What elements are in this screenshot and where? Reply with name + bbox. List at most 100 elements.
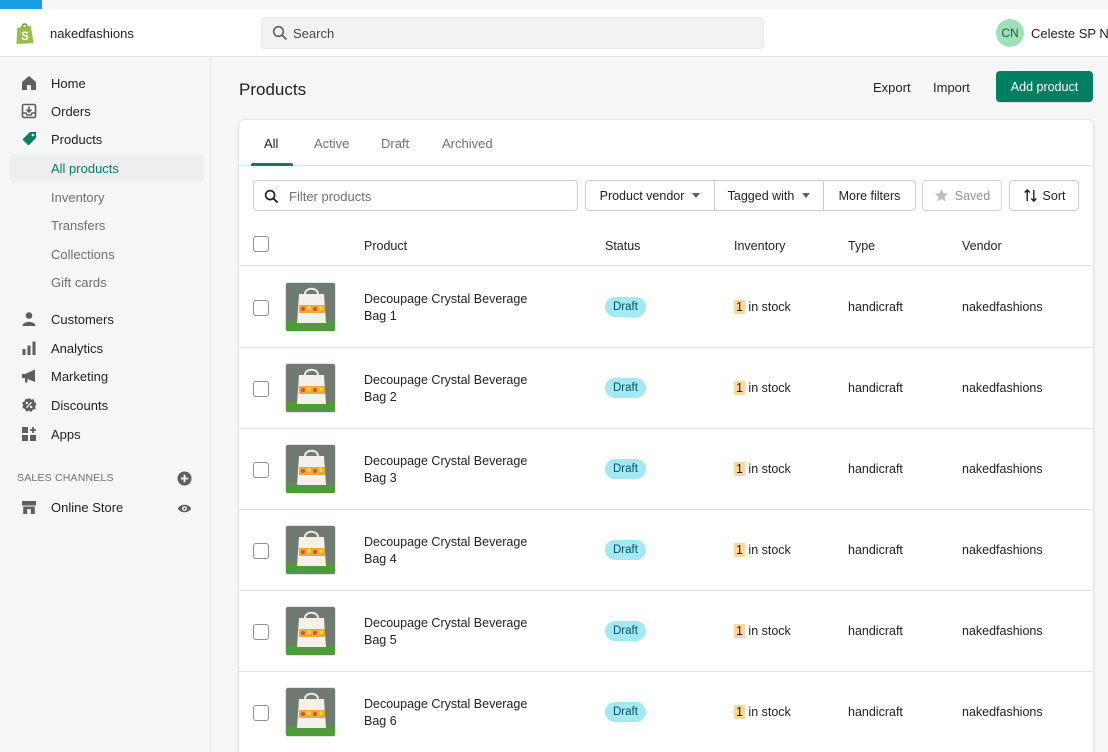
tag-icon: [22, 132, 36, 146]
sidebar-item-label: Analytics: [51, 340, 104, 356]
product-thumbnail[interactable]: [285, 363, 336, 413]
sidebar-item-gift-cards[interactable]: Gift cards: [10, 268, 204, 296]
table-row[interactable]: Decoupage Crystal Beverage Bag 6 Draft 1…: [239, 672, 1093, 752]
column-header-type[interactable]: Type: [848, 239, 875, 253]
status-badge: Draft: [605, 459, 646, 479]
row-checkbox[interactable]: [253, 624, 269, 640]
product-image: [286, 445, 335, 493]
sidebar-item-inventory[interactable]: Inventory: [10, 183, 204, 211]
sidebar-item-all-products[interactable]: All products: [10, 154, 204, 182]
product-thumbnail[interactable]: [285, 282, 336, 332]
row-checkbox[interactable]: [253, 543, 269, 559]
search-input[interactable]: Search: [261, 17, 764, 49]
store-icon: [22, 501, 36, 514]
inventory-cell: 1 in stock: [734, 624, 791, 638]
select-all-checkbox[interactable]: [253, 236, 269, 252]
table-row[interactable]: Decoupage Crystal Beverage Bag 3 Draft 1…: [239, 429, 1093, 510]
product-type: handicraft: [848, 543, 903, 557]
status-badge: Draft: [605, 621, 646, 641]
sidebar-item-analytics[interactable]: Analytics: [10, 334, 204, 362]
sidebar-item-orders[interactable]: Orders: [10, 97, 204, 125]
user-menu[interactable]: CN Celeste SP Ng: [996, 19, 1108, 47]
table-row[interactable]: Decoupage Crystal Beverage Bag 5 Draft 1…: [239, 591, 1093, 672]
search-placeholder: Search: [293, 26, 335, 41]
product-vendor: nakedfashions: [962, 543, 1043, 557]
filter-products-input[interactable]: Filter products: [253, 180, 578, 211]
column-header-vendor[interactable]: Vendor: [962, 239, 1002, 253]
top-bar: S nakedfashions Search CN Celeste SP Ng: [0, 9, 1108, 57]
column-header-status[interactable]: Status: [605, 239, 640, 253]
product-thumbnail[interactable]: [285, 525, 336, 575]
tab-bar: All Active Draft Archived: [239, 120, 1093, 166]
sidebar-item-products[interactable]: Products: [10, 125, 204, 153]
import-button[interactable]: Import: [933, 80, 970, 95]
sidebar-item-label: Apps: [51, 426, 81, 442]
tab-active[interactable]: Active: [314, 136, 349, 151]
column-header-inventory[interactable]: Inventory: [734, 239, 785, 253]
sidebar-item-apps[interactable]: Apps: [10, 420, 204, 448]
product-name-link[interactable]: Decoupage Crystal Beverage Bag 5: [364, 615, 549, 649]
product-thumbnail[interactable]: [285, 687, 336, 737]
tab-archived[interactable]: Archived: [442, 136, 493, 151]
column-header-product[interactable]: Product: [364, 239, 407, 253]
export-button[interactable]: Export: [873, 80, 911, 95]
table-row[interactable]: Decoupage Crystal Beverage Bag 4 Draft 1…: [239, 510, 1093, 591]
product-name-link[interactable]: Decoupage Crystal Beverage Bag 3: [364, 453, 549, 487]
product-image: [286, 607, 335, 655]
product-thumbnail[interactable]: [285, 606, 336, 656]
sidebar-item-label: Gift cards: [51, 274, 107, 290]
sidebar-item-label: Home: [51, 75, 86, 91]
row-checkbox[interactable]: [253, 381, 269, 397]
add-product-button[interactable]: Add product: [996, 71, 1093, 102]
more-filters-button[interactable]: More filters: [823, 180, 916, 211]
status-badge: Draft: [605, 702, 646, 722]
product-name-link[interactable]: Decoupage Crystal Beverage Bag 6: [364, 696, 549, 730]
sort-button[interactable]: Sort: [1009, 180, 1079, 211]
product-thumbnail[interactable]: [285, 444, 336, 494]
inventory-stock-text: in stock: [744, 624, 791, 638]
tab-all[interactable]: All: [264, 136, 278, 151]
user-name: Celeste SP Ng: [1031, 25, 1108, 41]
status-badge: Draft: [605, 540, 646, 560]
product-type: handicraft: [848, 381, 903, 395]
sidebar-item-marketing[interactable]: Marketing: [10, 362, 204, 390]
star-icon: [934, 188, 948, 202]
product-name-link[interactable]: Decoupage Crystal Beverage Bag 1: [364, 291, 549, 325]
product-name-link[interactable]: Decoupage Crystal Beverage Bag 2: [364, 372, 549, 406]
inventory-stock-text: in stock: [744, 543, 791, 557]
row-checkbox[interactable]: [253, 300, 269, 316]
tab-draft[interactable]: Draft: [381, 136, 409, 151]
search-icon: [264, 189, 279, 204]
sidebar-item-transfers[interactable]: Transfers: [10, 211, 204, 239]
bar-chart-icon: [22, 341, 36, 355]
row-checkbox[interactable]: [253, 705, 269, 721]
eye-icon[interactable]: [177, 501, 192, 516]
inventory-stock-text: in stock: [744, 381, 791, 395]
shopify-bag-icon[interactable]: S: [14, 22, 36, 45]
filter-placeholder: Filter products: [289, 189, 372, 204]
table-row[interactable]: Decoupage Crystal Beverage Bag 2 Draft 1…: [239, 348, 1093, 429]
sidebar-item-customers[interactable]: Customers: [10, 305, 204, 333]
product-type: handicraft: [848, 705, 903, 719]
add-channel-plus-icon[interactable]: [177, 471, 192, 486]
inventory-cell: 1 in stock: [734, 543, 791, 557]
sidebar-item-discounts[interactable]: Discounts: [10, 391, 204, 419]
person-icon: [22, 312, 36, 326]
saved-button[interactable]: Saved: [922, 180, 1002, 211]
product-vendor-filter[interactable]: Product vendor: [585, 180, 715, 211]
sidebar-item-online-store[interactable]: Online Store: [10, 493, 204, 521]
avatar: CN: [996, 19, 1024, 47]
table-row[interactable]: Decoupage Crystal Beverage Bag 1 Draft 1…: [239, 267, 1093, 348]
product-name-link[interactable]: Decoupage Crystal Beverage Bag 4: [364, 534, 549, 568]
store-name[interactable]: nakedfashions: [50, 26, 134, 41]
sidebar-item-label: Products: [51, 131, 103, 147]
tagged-with-filter[interactable]: Tagged with: [714, 180, 824, 211]
row-checkbox[interactable]: [253, 462, 269, 478]
inventory-stock-text: in stock: [744, 705, 791, 719]
product-image: [286, 526, 335, 574]
sidebar-item-collections[interactable]: Collections: [10, 240, 204, 268]
tagged-with-label: Tagged with: [727, 188, 795, 203]
sidebar-item-home[interactable]: Home: [10, 69, 204, 97]
orders-icon: [21, 103, 37, 119]
sidebar-item-label: Marketing: [51, 368, 109, 384]
